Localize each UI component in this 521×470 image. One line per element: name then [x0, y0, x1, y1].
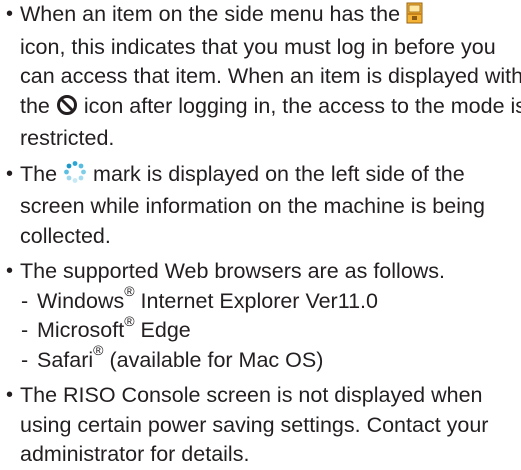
browser-list: Windows® Internet Explorer Ver11.0 Micro…: [20, 284, 521, 376]
note-text: mark is displayed on the left side of th…: [20, 161, 485, 248]
note-collecting-info: The mark is displayed on the left side o…: [0, 160, 521, 252]
note-text: The RISO Console screen is not displayed…: [20, 383, 489, 466]
note-supported-browsers: The supported Web browsers are as follow…: [0, 257, 521, 375]
restricted-icon: [56, 94, 78, 125]
note-text: The: [20, 161, 58, 186]
browser-item: Safari® (available for Mac OS): [20, 343, 521, 376]
note-text: The supported Web browsers are as follow…: [20, 259, 446, 283]
note-text: icon after logging in, the access to the…: [20, 93, 521, 151]
notes-list: When an item on the side menu has the ic…: [0, 0, 521, 470]
note-power-saving: The RISO Console screen is not displayed…: [0, 381, 490, 470]
note-text: When an item on the side menu has the: [20, 2, 401, 26]
manual-page: When an item on the side menu has the ic…: [0, 0, 521, 466]
browser-item: Windows® Internet Explorer Ver11.0: [20, 284, 521, 317]
lock-icon: [406, 2, 423, 33]
loading-spinner-icon: [63, 160, 87, 193]
note-login-required: When an item on the side menu has the ic…: [0, 0, 521, 154]
